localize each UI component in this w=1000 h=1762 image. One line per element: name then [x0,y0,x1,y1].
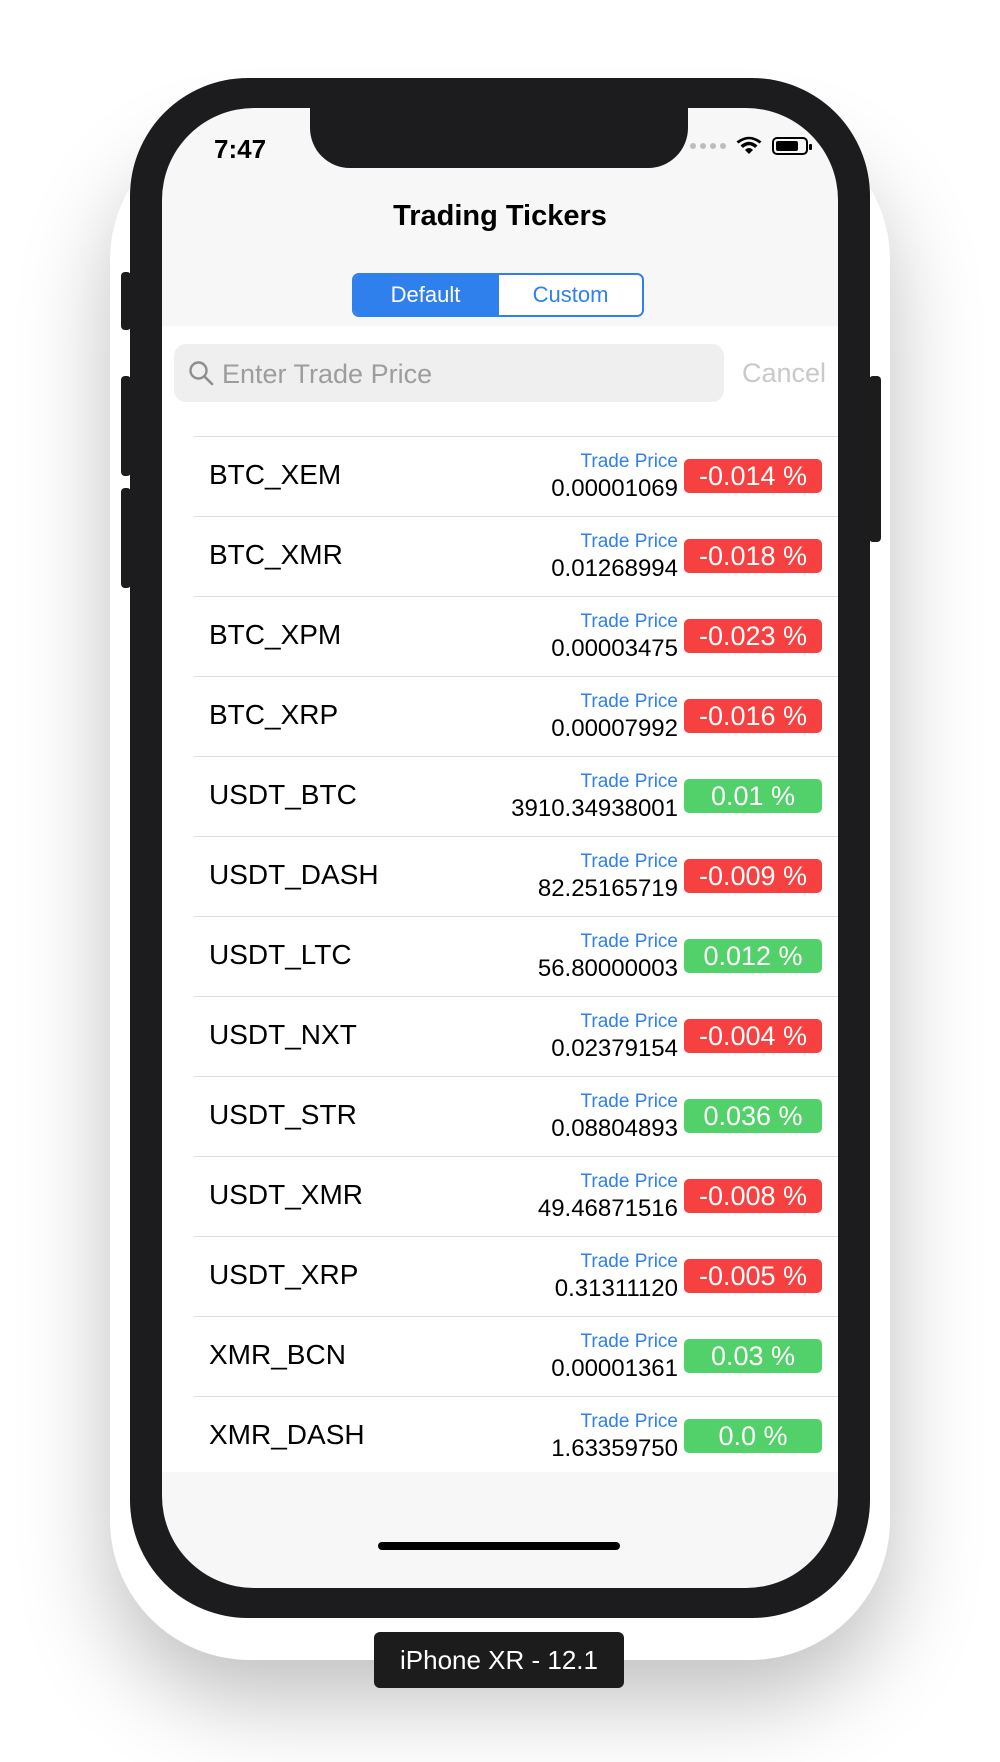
change-badge: -0.008 % [684,1179,822,1213]
trade-price-label: Trade Price [580,1171,679,1192]
ticker-name: USDT_STR [209,1099,357,1130]
change-badge: -0.004 % [684,1019,822,1053]
change-badge: -0.009 % [684,859,822,893]
change-badge: 0.01 % [684,779,822,813]
wifi-icon [736,136,762,154]
ticker-name: USDT_DASH [209,859,379,890]
change-badge: 0.036 % [684,1099,822,1133]
trade-price-label: Trade Price [580,931,679,952]
change-badge: -0.023 % [684,619,822,653]
segment-default[interactable]: Default [354,275,497,315]
ticker-row[interactable]: USDT_LTC Trade Price 56.80000003 0.012 % [194,916,838,996]
trade-price-value: 82.25165719 [537,875,678,902]
trade-price-label: Trade Price [580,1251,679,1272]
trade-price-label: Trade Price [580,451,679,472]
ticker-row[interactable]: BTC_XPM Trade Price 0.00003475 -0.023 % [194,596,838,676]
trade-price-label: Trade Price [580,531,679,552]
status-time: 7:47 [214,134,267,164]
trade-price-label: Trade Price [580,771,679,792]
navigation-bar: Trading Tickers [162,178,838,255]
page-title: Trading Tickers [393,200,607,232]
ticker-row[interactable]: XMR_DASH Trade Price 1.63359750 0.0 % [194,1396,838,1472]
trade-price-value: 0.08804893 [551,1115,678,1142]
ticker-name: USDT_BTC [209,779,357,810]
trade-price-value: 0.00003475 [551,635,678,662]
ticker-name: USDT_XMR [209,1179,364,1210]
change-badge: -0.016 % [684,699,822,733]
trade-price-label: Trade Price [580,1331,679,1352]
battery-icon [772,137,812,155]
ticker-row[interactable]: USDT_BTC Trade Price 3910.34938001 0.01 % [194,756,838,836]
ticker-name: USDT_NXT [209,1019,357,1050]
trade-price-value: 49.46871516 [537,1195,678,1222]
app-screen: 7:47 Trading Tickers Default Custom Canc… [162,108,838,1588]
ticker-name: BTC_XEM [209,459,342,490]
trade-price-value: 0.31311120 [554,1275,678,1302]
trade-price-label: Trade Price [580,1411,679,1432]
signal-dots-icon [690,143,726,149]
search-bar: Cancel [162,326,838,436]
status-icons [690,136,812,156]
ticker-list-rows: BTC_XEM Trade Price 0.00001069 -0.014 % BTC_… [194,436,838,1472]
search-input[interactable] [220,344,714,404]
change-badge: -0.005 % [684,1259,822,1293]
home-indicator[interactable] [378,1542,620,1550]
ticker-row[interactable]: USDT_NXT Trade Price 0.02379154 -0.004 % [194,996,838,1076]
trade-price-label: Trade Price [580,611,679,632]
ticker-row[interactable]: USDT_STR Trade Price 0.08804893 0.036 % [194,1076,838,1156]
trade-price-value: 0.00001361 [551,1355,678,1382]
segment-container: Default Custom [162,254,838,326]
trade-price-value: 56.80000003 [537,955,678,982]
change-badge: 0.0 % [684,1419,822,1453]
trade-price-value: 3910.34938001 [511,795,678,822]
trade-price-value: 0.02379154 [551,1035,678,1062]
ticker-list[interactable]: BTC_XEM Trade Price 0.00001069 -0.014 % BTC_… [162,436,838,1472]
segmented-control: Default Custom [352,273,644,317]
search-field[interactable] [174,344,724,404]
ticker-row[interactable]: USDT_XRP Trade Price 0.31311120 -0.005 % [194,1236,838,1316]
trade-price-value: 0.01268994 [551,555,678,582]
notch [310,108,688,168]
ticker-row[interactable]: USDT_DASH Trade Price 82.25165719 -0.009 % [194,836,838,916]
ticker-name: XMR_BCN [209,1339,346,1370]
ticker-row[interactable]: USDT_XMR Trade Price 49.46871516 -0.008 % [194,1156,838,1236]
trade-price-value: 0.00007992 [551,715,678,742]
segment-custom[interactable]: Custom [497,275,642,315]
change-badge: 0.012 % [684,939,822,973]
trade-price-value: 1.63359750 [551,1435,678,1462]
trade-price-label: Trade Price [580,1011,679,1032]
trade-price-label: Trade Price [580,1091,679,1112]
trade-price-label: Trade Price [580,851,679,872]
trade-price-label: Trade Price [580,691,679,712]
change-badge: -0.014 % [684,459,822,493]
search-icon [189,361,214,386]
change-badge: 0.03 % [684,1339,822,1373]
device-label: iPhone XR - 12.1 [374,1632,624,1688]
ticker-row[interactable]: BTC_XMR Trade Price 0.01268994 -0.018 % [194,516,838,596]
ticker-row[interactable]: BTC_XEM Trade Price 0.00001069 -0.014 % [194,436,838,516]
change-badge: -0.018 % [684,539,822,573]
ticker-name: BTC_XPM [209,619,342,650]
ticker-name: BTC_XRP [209,699,339,730]
ticker-name: USDT_XRP [209,1259,359,1290]
ticker-name: USDT_LTC [209,939,352,970]
power-button [869,376,881,542]
ticker-row[interactable]: BTC_XRP Trade Price 0.00007992 -0.016 % [194,676,838,756]
ticker-name: XMR_DASH [209,1419,365,1450]
ticker-row[interactable]: XMR_BCN Trade Price 0.00001361 0.03 % [194,1316,838,1396]
trade-price-value: 0.00001069 [551,475,678,502]
cancel-button[interactable]: Cancel [742,358,826,389]
ticker-name: BTC_XMR [209,539,343,570]
